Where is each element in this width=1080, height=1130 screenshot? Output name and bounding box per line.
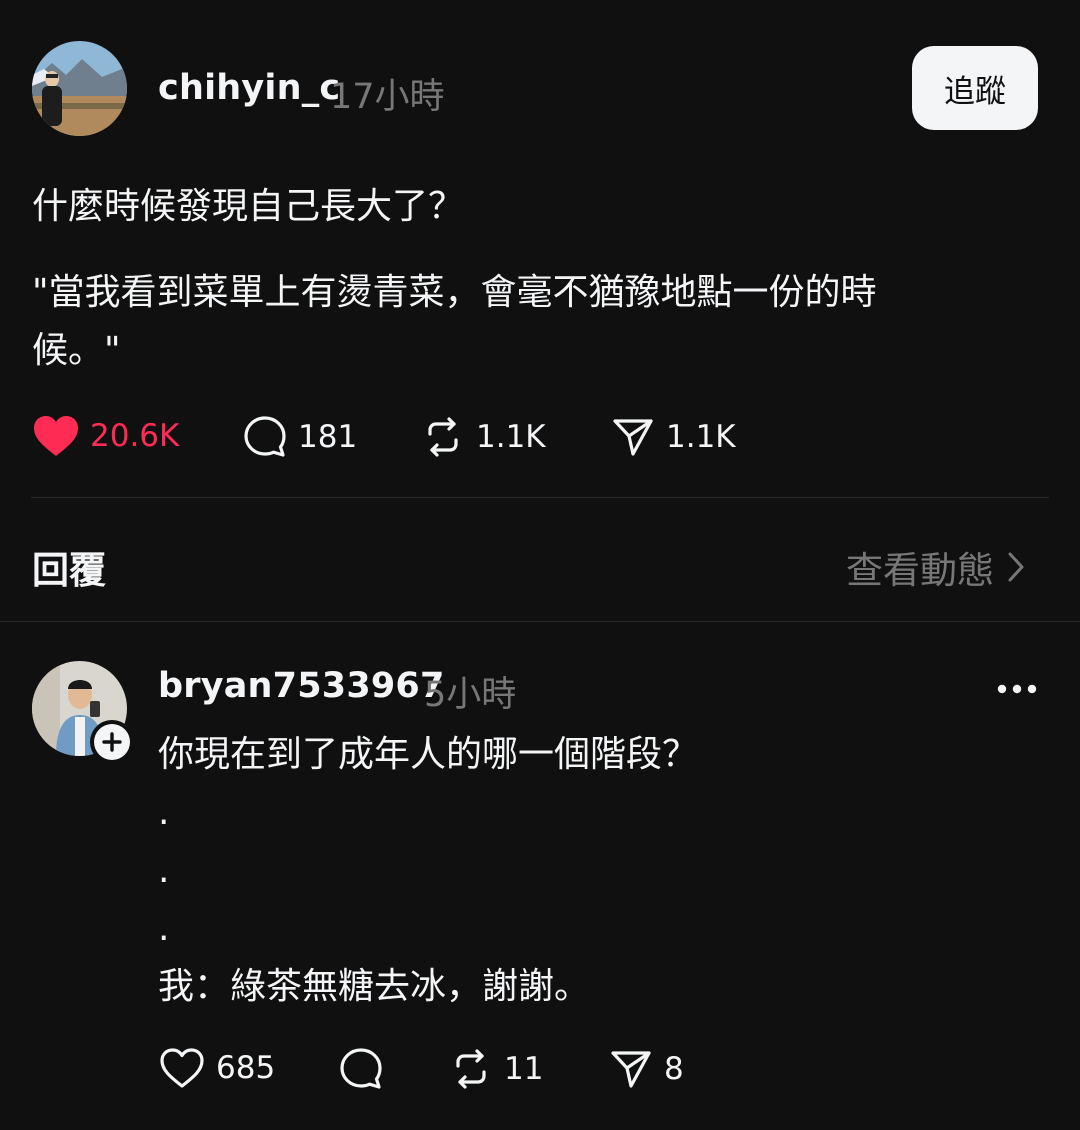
- post-title: 什麼時候發現自己長大了？: [32, 186, 465, 227]
- view-activity-link[interactable]: 查看動態: [846, 540, 1026, 594]
- repost-count: 1.1K: [476, 419, 546, 455]
- view-activity-label: 查看動態: [846, 549, 994, 592]
- reply-share-count: 8: [664, 1051, 684, 1087]
- send-icon: [608, 1046, 654, 1092]
- heart-icon: [158, 1046, 206, 1090]
- plus-icon: [94, 724, 130, 760]
- repost-icon: [420, 414, 466, 460]
- like-count: 20.6K: [90, 418, 180, 454]
- comment-bubble-icon: [242, 414, 288, 460]
- reply-repost-button[interactable]: 11: [448, 1046, 543, 1092]
- post-author-avatar[interactable]: [32, 41, 127, 136]
- post-body: "當我看到菜單上有燙青菜，會毫不猶豫地點一份的時 候。": [32, 272, 877, 371]
- reply-repost-count: 11: [504, 1051, 544, 1087]
- section-divider: [0, 621, 1080, 622]
- reply-time: 5小時: [424, 675, 517, 715]
- reply-share-button[interactable]: 8: [608, 1046, 684, 1092]
- follow-plus-button[interactable]: [90, 720, 134, 764]
- reply-body: 你現在到了成年人的哪一個階段？ . . . 我：綠茶無糖去冰，謝謝。: [158, 734, 699, 1007]
- follow-button[interactable]: 追蹤: [912, 46, 1038, 130]
- share-button[interactable]: 1.1K: [610, 414, 736, 460]
- comment-count: 181: [298, 419, 358, 455]
- replies-heading: 回覆: [32, 549, 106, 592]
- chevron-right-icon: [1006, 550, 1026, 584]
- repost-icon: [448, 1046, 494, 1092]
- reply-like-button[interactable]: 685: [158, 1046, 275, 1090]
- send-icon: [610, 414, 656, 460]
- comment-bubble-icon: [338, 1046, 384, 1092]
- like-button[interactable]: 20.6K: [32, 414, 179, 458]
- post-time: 17小時: [330, 77, 445, 117]
- more-options-icon[interactable]: [996, 680, 1038, 694]
- comment-button[interactable]: 181: [242, 414, 357, 460]
- repost-button[interactable]: 1.1K: [420, 414, 546, 460]
- reply-comment-button[interactable]: [338, 1046, 384, 1092]
- share-count: 1.1K: [666, 419, 736, 455]
- divider: [31, 497, 1049, 498]
- reply-like-count: 685: [216, 1050, 276, 1086]
- post-username[interactable]: chihyin_c: [158, 68, 340, 108]
- reply-username[interactable]: bryan7533967: [158, 666, 445, 706]
- heart-filled-icon: [32, 414, 80, 458]
